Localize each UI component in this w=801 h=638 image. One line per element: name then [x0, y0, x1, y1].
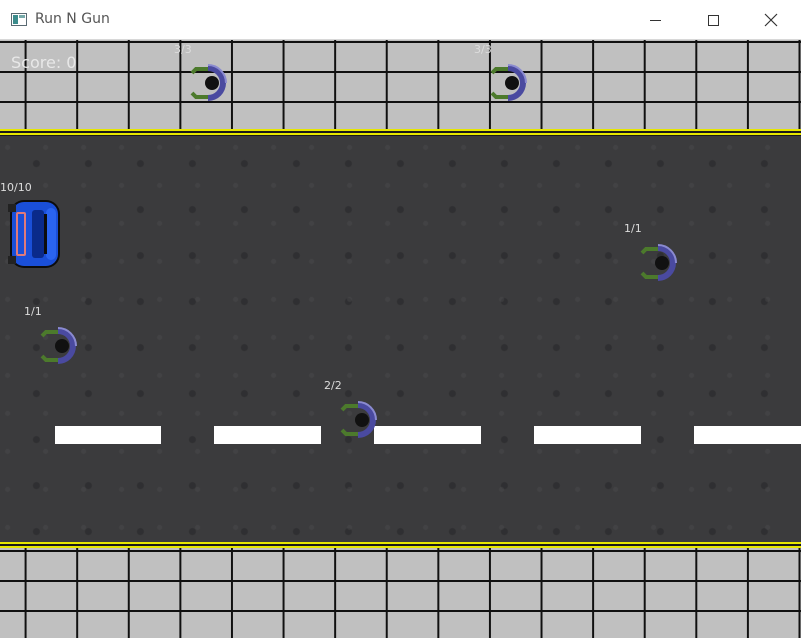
- close-button[interactable]: [742, 0, 800, 40]
- zombie-health-label: 3/3: [474, 43, 492, 56]
- road: [0, 136, 801, 542]
- zombie-1: [190, 64, 227, 101]
- game-canvas[interactable]: Score: 0 10/10 3/3 3/3 1/1 1/1 2/2: [0, 40, 801, 638]
- player-car: [8, 200, 60, 268]
- score-label: Score: 0: [11, 53, 77, 72]
- zombie-health-label: 1/1: [24, 305, 42, 318]
- curb-top: [0, 129, 801, 136]
- window-title: Run N Gun: [35, 11, 110, 27]
- maximize-button[interactable]: [684, 0, 742, 40]
- lane-marking: [214, 426, 321, 444]
- window-titlebar: Run N Gun: [0, 0, 801, 40]
- lane-marking: [374, 426, 481, 444]
- sidewalk-top: [0, 40, 801, 130]
- zombie-health-label: 2/2: [324, 379, 342, 392]
- lane-marking: [534, 426, 641, 444]
- lane-marking: [55, 426, 161, 444]
- sidewalk-bottom: [0, 548, 801, 638]
- zombie-health-label: 3/3: [174, 43, 192, 56]
- lane-marking: [694, 426, 801, 444]
- close-icon: [764, 13, 778, 27]
- zombie-health-label: 1/1: [624, 222, 642, 235]
- zombie-4: [40, 327, 77, 364]
- minimize-button[interactable]: [626, 0, 684, 40]
- maximize-icon: [707, 14, 719, 26]
- app-icon: [11, 13, 27, 26]
- minimize-icon: [649, 19, 661, 21]
- zombie-3: [640, 244, 677, 281]
- zombie-5: [340, 401, 377, 438]
- player-health-label: 10/10: [0, 181, 32, 194]
- zombie-2: [490, 64, 527, 101]
